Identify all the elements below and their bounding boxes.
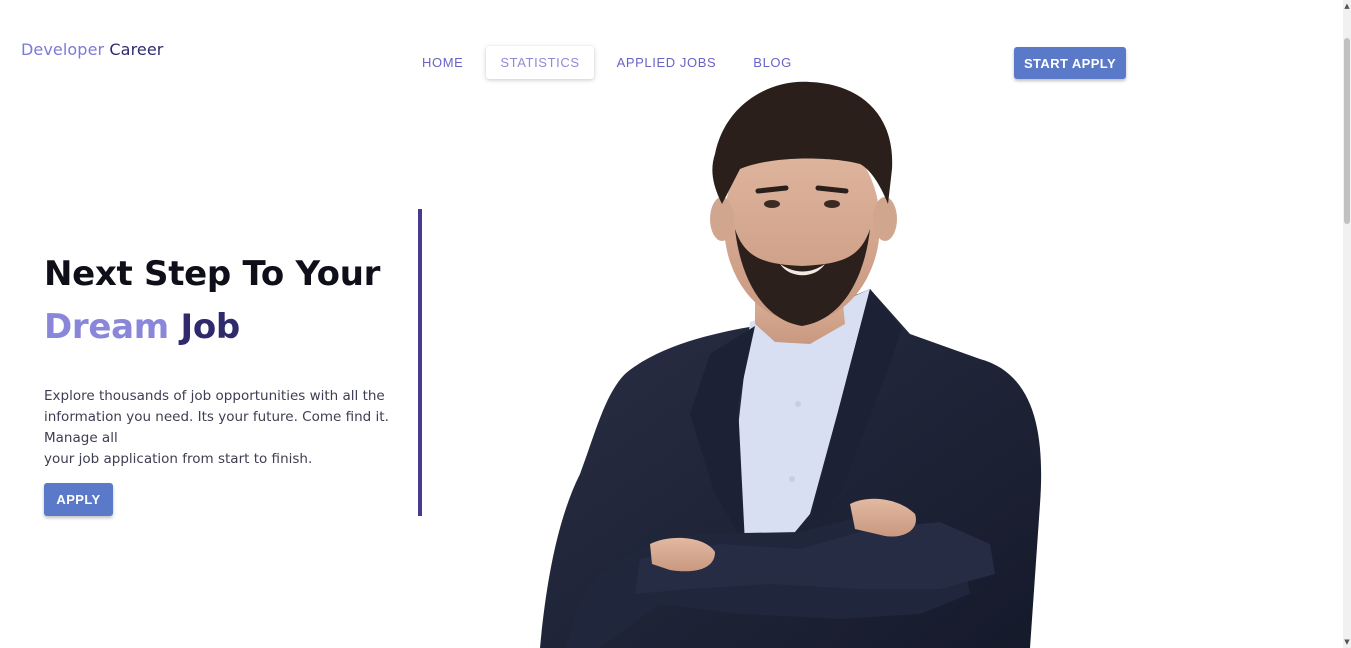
hero-title-job: Job [180,307,240,347]
hero-title: Next Step To Your Dream Job [44,248,380,354]
hero-description-line: information you need. Its your future. C… [44,409,389,425]
brand-logo[interactable]: Developer Career [21,40,163,59]
scroll-thumb[interactable] [1344,38,1350,224]
hero-description: Explore thousands of job opportunities w… [44,386,404,470]
vertical-divider [418,209,422,516]
scrollbar[interactable]: ▲ ▼ [1343,0,1351,648]
apply-button[interactable]: APPLY [44,483,113,516]
nav-item-home[interactable]: HOME [408,46,477,79]
scroll-down-arrow-icon[interactable]: ▼ [1343,636,1351,648]
hero-title-dream: Dream [44,307,169,347]
hero-description-line: Explore thousands of job opportunities w… [44,388,385,404]
page: Developer Career HOME STATISTICS APPLIED… [0,0,1351,648]
scroll-up-arrow-icon[interactable]: ▲ [1343,0,1351,12]
brand-part-1: Developer [21,40,105,59]
hero-person-image [540,81,1042,648]
hero-title-line-2: Dream Job [44,301,380,354]
hero-description-line: Manage all [44,430,118,446]
hero-description-line: your job application from start to finis… [44,451,313,467]
brand-part-2: Career [109,40,164,59]
hero-title-line-1: Next Step To Your [44,254,381,294]
